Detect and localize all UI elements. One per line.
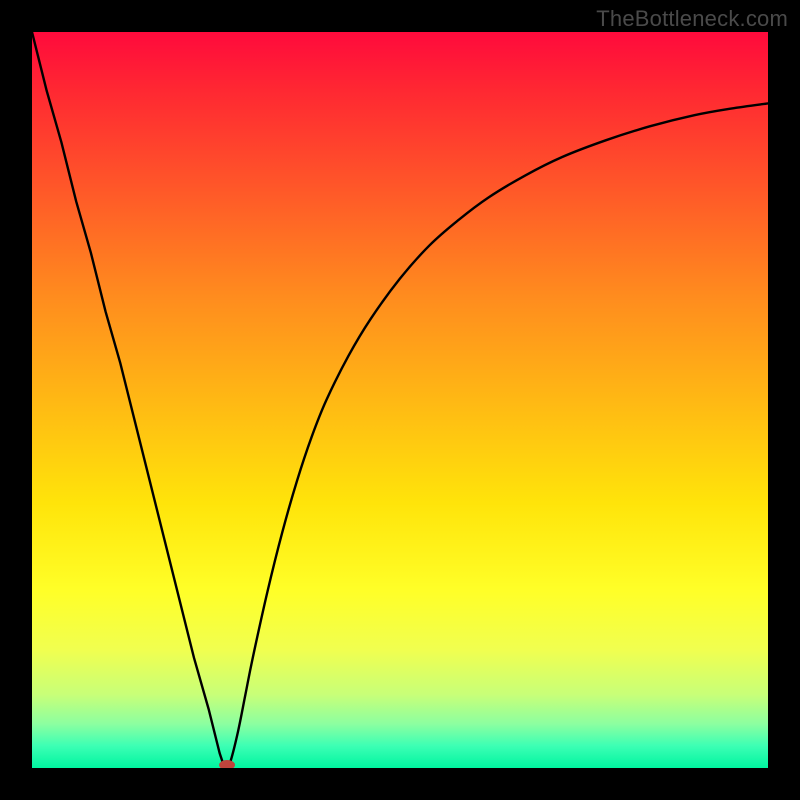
curve-right-branch — [227, 103, 768, 768]
chart-frame: TheBottleneck.com — [0, 0, 800, 800]
watermark-label: TheBottleneck.com — [596, 6, 788, 32]
curve-left-branch — [32, 32, 227, 768]
bottleneck-curve — [32, 32, 768, 768]
plot-area — [32, 32, 768, 768]
curve-svg — [32, 32, 768, 768]
